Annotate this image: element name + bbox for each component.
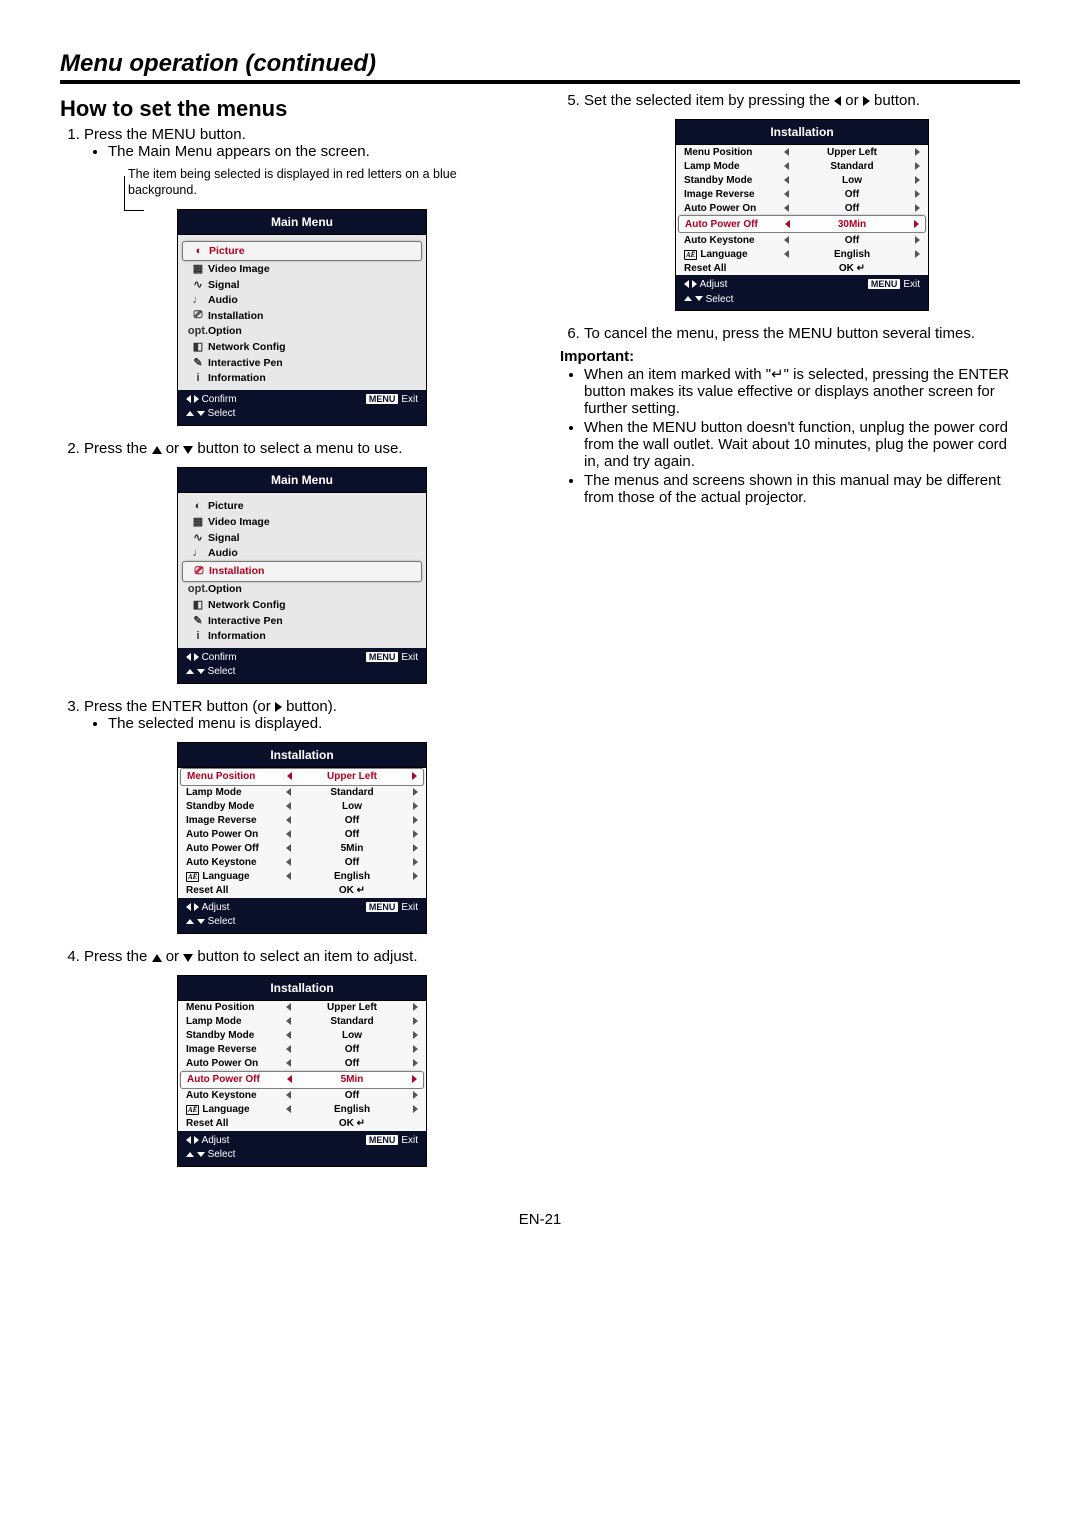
step-2: Press the or button to select a menu to …: [84, 440, 520, 684]
setting-row: Reset AllOK ↵: [178, 1117, 426, 1131]
setting-row: Auto Power Off5Min: [178, 842, 426, 856]
step-3-sub: The selected menu is displayed.: [108, 715, 520, 732]
setting-row: Lamp ModeStandard: [178, 786, 426, 800]
setting-row: Image ReverseOff: [676, 187, 928, 201]
page-title: Menu operation (continued): [60, 50, 1020, 84]
menu-item: ▦Video Image: [188, 261, 416, 277]
menu-item-icon: ∿: [188, 531, 208, 544]
menu-item-icon: ✎: [188, 614, 208, 627]
menu-item-icon: opt.: [188, 325, 208, 337]
menu-item-icon: ▦: [188, 262, 208, 275]
setting-row: Auto Power OnOff: [676, 201, 928, 215]
osd-installation-1: Installation Menu PositionUpper LeftLamp…: [177, 742, 427, 934]
menu-item-icon: ✎: [188, 356, 208, 369]
important-label: Important:: [560, 348, 1020, 365]
setting-row: Lamp ModeStandard: [178, 1015, 426, 1029]
menu-item: iInformation: [188, 629, 416, 644]
setting-row: Auto Power Off5Min: [180, 1071, 424, 1089]
setting-row: Lamp ModeStandard: [676, 159, 928, 173]
menu-item-icon: ∿: [188, 278, 208, 291]
menu-item-icon: i: [188, 630, 208, 642]
important-3: The menus and screens shown in this manu…: [584, 472, 1020, 506]
setting-row: AËLanguageEnglish: [178, 1103, 426, 1117]
menu-item-icon: ⎚: [189, 565, 209, 578]
setting-row: Auto KeystoneOff: [178, 856, 426, 870]
step-1-hint: The item being selected is displayed in …: [128, 166, 520, 199]
menu-item: ◧Network Config: [188, 597, 416, 613]
setting-row: Auto KeystoneOff: [676, 233, 928, 247]
menu-item: ◐Picture: [188, 499, 416, 514]
osd-main-menu-1: Main Menu ◐Picture▦Video Image∿Signal♩Au…: [177, 209, 427, 426]
menu-item: ⎚Installation: [182, 561, 422, 582]
setting-row: AËLanguageEnglish: [178, 870, 426, 884]
setting-row: Auto KeystoneOff: [178, 1089, 426, 1103]
menu-item: ✎Interactive Pen: [188, 355, 416, 371]
setting-row: Menu PositionUpper Left: [676, 145, 928, 159]
step-3: Press the ENTER button (or button). The …: [84, 698, 520, 934]
setting-row: Auto Power OnOff: [178, 1057, 426, 1071]
osd-installation-2: Installation Menu PositionUpper LeftLamp…: [177, 975, 427, 1167]
menu-item: ◐Picture: [182, 241, 422, 261]
important-2: When the MENU button doesn't function, u…: [584, 419, 1020, 470]
step-6: To cancel the menu, press the MENU butto…: [584, 325, 1020, 342]
menu-item: ∿Signal: [188, 277, 416, 293]
step-1-sub: The Main Menu appears on the screen.: [108, 143, 520, 160]
menu-item-icon: ◐: [189, 245, 209, 257]
menu-item: ♩Audio: [188, 546, 416, 561]
menu-item: ✎Interactive Pen: [188, 613, 416, 629]
menu-item: iInformation: [188, 371, 416, 386]
setting-row: Standby ModeLow: [178, 800, 426, 814]
section-heading: How to set the menus: [60, 96, 520, 122]
up-icon: [152, 954, 162, 962]
osd-installation-3: Installation Menu PositionUpper LeftLamp…: [675, 119, 929, 311]
right-icon: [863, 96, 870, 106]
menu-item-icon: ◧: [188, 598, 208, 611]
setting-row: Standby ModeLow: [676, 173, 928, 187]
menu-item: opt.Option: [188, 582, 416, 597]
up-icon: [152, 446, 162, 454]
menu-item: ⎚Installation: [188, 308, 416, 324]
menu-item-icon: ⎚: [188, 309, 208, 322]
menu-item: ∿Signal: [188, 530, 416, 546]
menu-item-icon: ♩: [188, 547, 208, 559]
page-number: EN-21: [60, 1211, 1020, 1228]
setting-row: Auto Power Off30Min: [678, 215, 926, 233]
setting-row: AËLanguageEnglish: [676, 247, 928, 261]
step-5: Set the selected item by pressing the or…: [584, 92, 1020, 311]
menu-item-icon: opt.: [188, 583, 208, 595]
menu-item-icon: ◐: [188, 500, 208, 512]
menu-item: opt.Option: [188, 324, 416, 339]
setting-row: Image ReverseOff: [178, 1043, 426, 1057]
menu-item: ◧Network Config: [188, 339, 416, 355]
menu-item: ♩Audio: [188, 293, 416, 308]
menu-item-icon: i: [188, 372, 208, 384]
setting-row: Reset AllOK ↵: [676, 261, 928, 275]
step-4: Press the or button to select an item to…: [84, 948, 520, 1167]
menu-item: ▦Video Image: [188, 514, 416, 530]
menu-item-icon: ▦: [188, 515, 208, 528]
important-1: When an item marked with "↵" is selected…: [584, 365, 1020, 417]
right-icon: [275, 702, 282, 712]
menu-item-icon: ♩: [188, 294, 208, 306]
down-icon: [183, 446, 193, 454]
setting-row: Reset AllOK ↵: [178, 884, 426, 898]
setting-row: Standby ModeLow: [178, 1029, 426, 1043]
setting-row: Auto Power OnOff: [178, 828, 426, 842]
down-icon: [183, 954, 193, 962]
step-1: Press the MENU button. The Main Menu app…: [84, 126, 520, 426]
menu-item-icon: ◧: [188, 340, 208, 353]
setting-row: Menu PositionUpper Left: [178, 1001, 426, 1015]
osd-main-menu-2: Main Menu ◐Picture▦Video Image∿Signal♩Au…: [177, 467, 427, 684]
setting-row: Image ReverseOff: [178, 814, 426, 828]
setting-row: Menu PositionUpper Left: [180, 768, 424, 786]
